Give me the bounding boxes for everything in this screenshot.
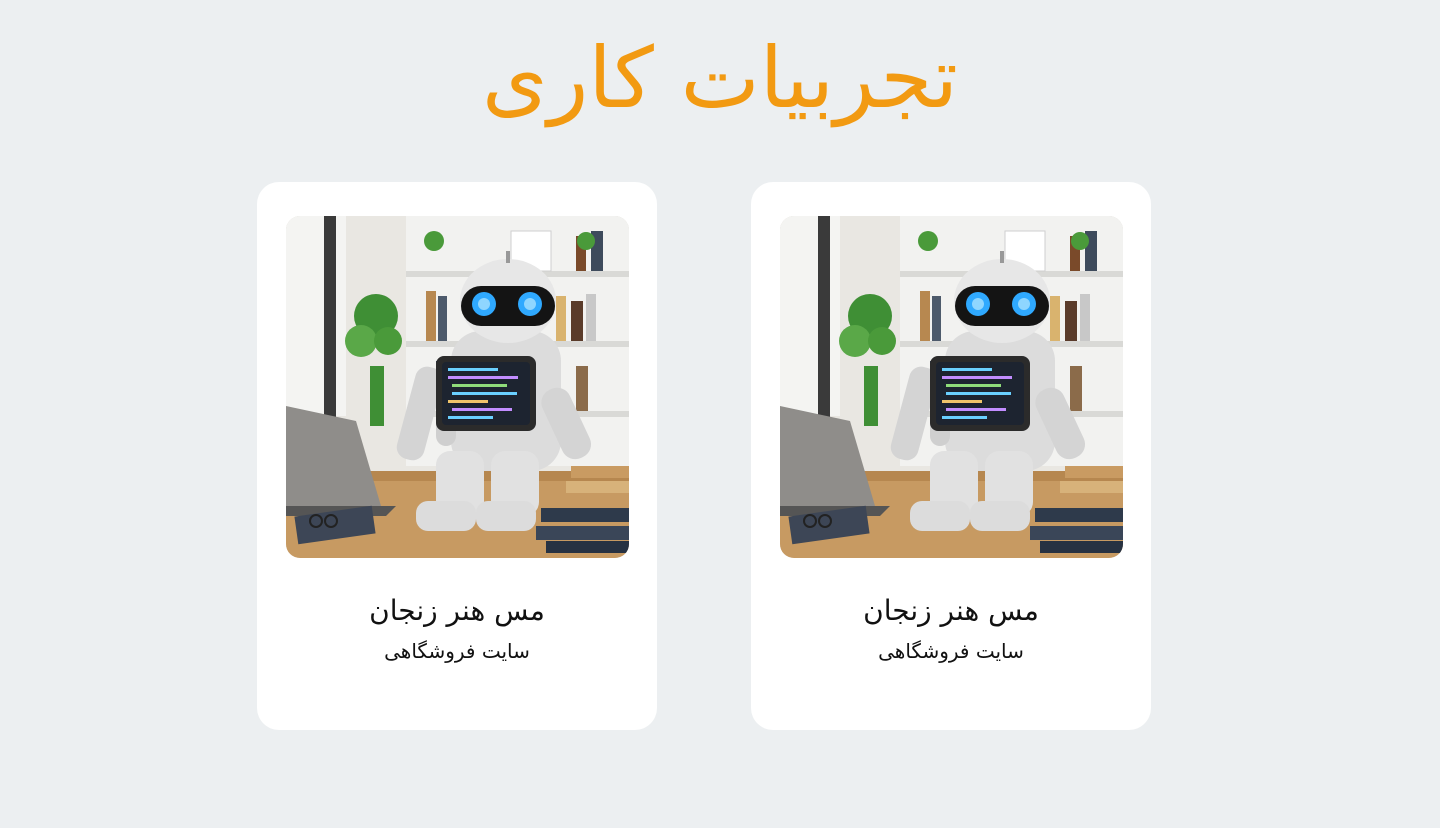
project-image[interactable] [780,216,1123,558]
project-image[interactable] [286,216,629,558]
robot-at-desk-illustration [780,216,1123,558]
project-subtitle: سایت فروشگاهی [384,639,530,663]
section-title: تجربیات کاری [482,29,958,127]
project-subtitle: سایت فروشگاهی [878,639,1024,663]
robot-at-desk-illustration [286,216,629,558]
project-card[interactable]: مس هنر زنجان سایت فروشگاهی [257,182,657,730]
project-title: مس هنر زنجان [863,594,1039,627]
project-title: مس هنر زنجان [369,594,545,627]
portfolio-section: تجربیات کاری مس هنر زنجان سایت فروشگاهی … [0,0,1440,828]
project-card[interactable]: مس هنر زنجان سایت فروشگاهی [751,182,1151,730]
